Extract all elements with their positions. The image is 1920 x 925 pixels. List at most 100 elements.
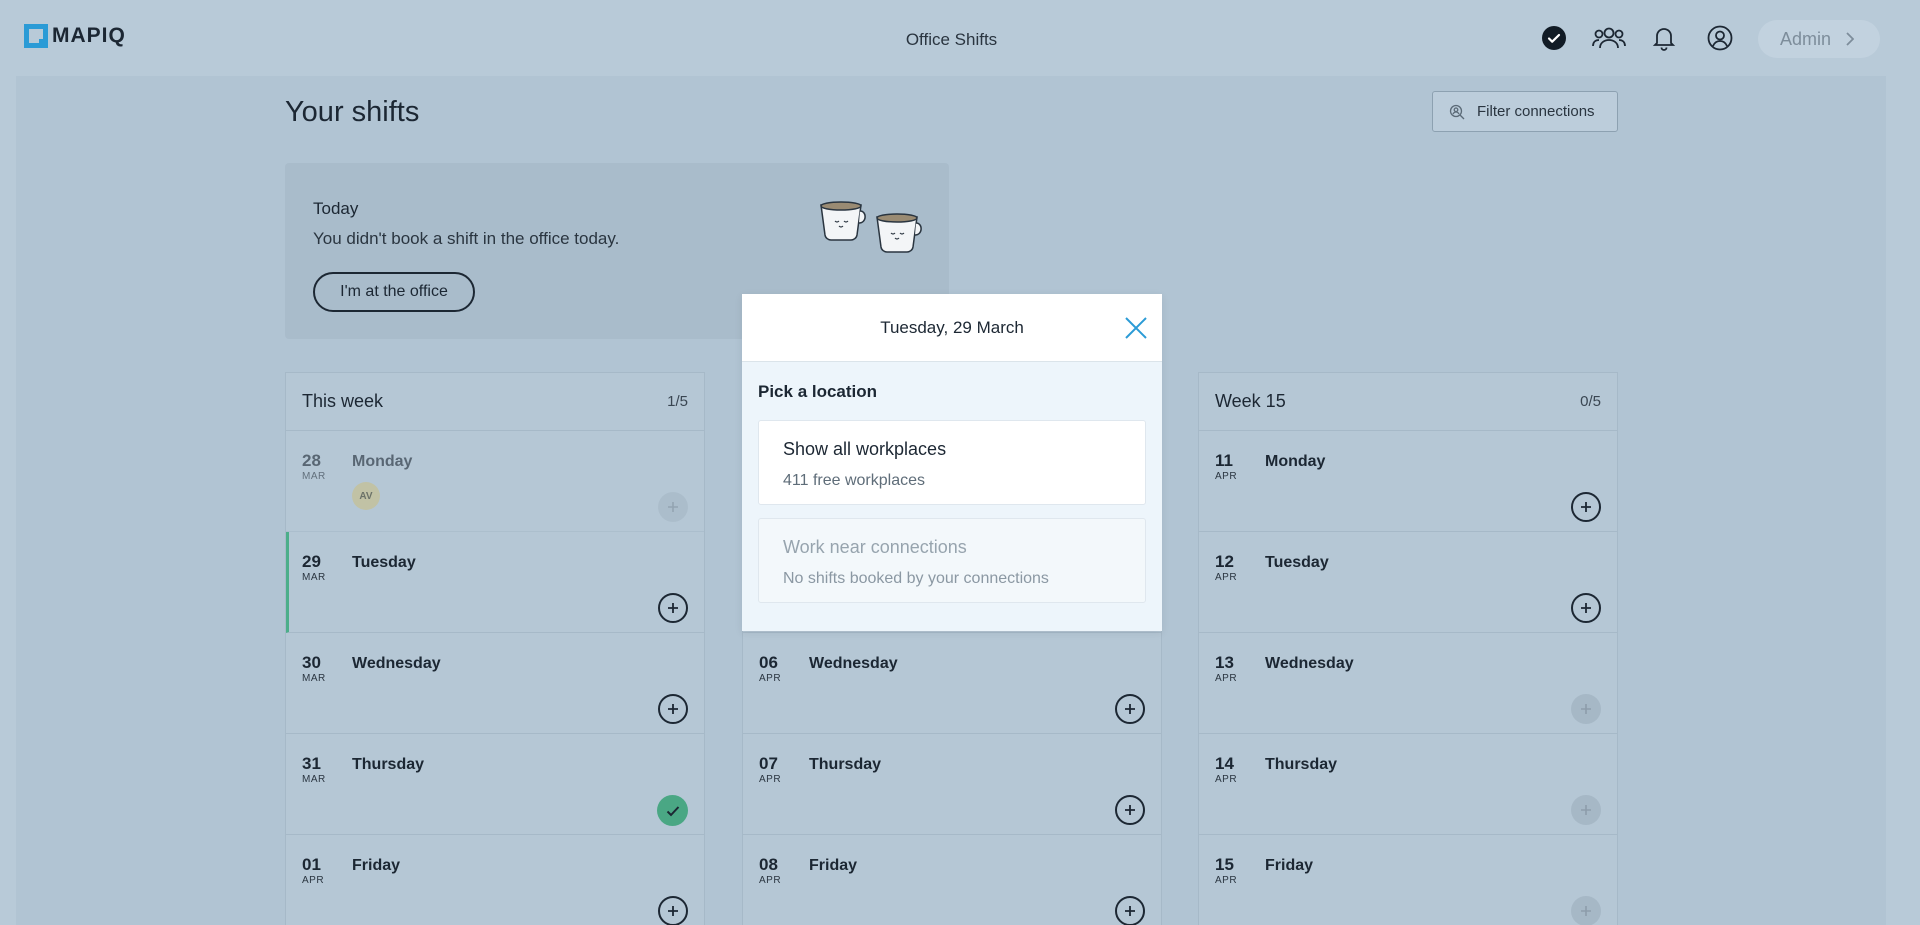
week-column-week-15: Week 15 0/5 11 APR Monday 12 APR Tuesday… (1198, 372, 1618, 925)
day-number: 31 (302, 754, 321, 773)
day-month: APR (1215, 572, 1238, 583)
day-month: APR (759, 875, 782, 886)
week-count: 1/5 (667, 393, 688, 410)
today-message: You didn't book a shift in the office to… (313, 229, 620, 248)
day-number: 12 (1215, 552, 1234, 571)
booked-shift-button[interactable] (657, 795, 688, 826)
day-row: 15 APR Friday (1199, 835, 1617, 925)
check-icon (666, 805, 679, 816)
add-shift-button[interactable] (1115, 795, 1145, 825)
chevron-right-icon (1846, 32, 1855, 46)
add-shift-button[interactable] (1115, 896, 1145, 925)
day-name: Friday (1265, 857, 1314, 874)
add-shift-button[interactable] (658, 694, 688, 724)
day-name: Thursday (809, 756, 882, 773)
day-number: 28 (302, 451, 321, 470)
day-number: 14 (1215, 754, 1234, 773)
week-name: This week (302, 391, 384, 411)
at-office-button[interactable]: I'm at the office (313, 272, 475, 312)
close-icon[interactable] (1124, 316, 1148, 340)
day-number: 11 (1215, 451, 1233, 470)
week-header: This week 1/5 (286, 373, 704, 431)
plus-icon (1581, 603, 1591, 613)
day-number: 08 (759, 855, 778, 874)
dialog-subtitle: Pick a location (758, 382, 878, 401)
plus-icon (1581, 906, 1591, 916)
day-row: 01 APR Friday (286, 835, 704, 925)
admin-label: Admin (1780, 28, 1832, 49)
today-label: Today (313, 199, 359, 218)
day-name: Monday (1265, 453, 1326, 470)
work-near-connections-option: Work near connections No shifts booked b… (758, 518, 1146, 603)
dialog-header: Tuesday, 29 March (742, 294, 1162, 362)
coffee-cups-illustration (817, 199, 929, 264)
add-shift-button[interactable] (1571, 795, 1601, 825)
day-name: Friday (809, 857, 858, 874)
day-row: 11 APR Monday (1199, 431, 1617, 532)
day-name: Wednesday (809, 655, 898, 672)
user-icon[interactable] (1706, 24, 1734, 52)
add-shift-button[interactable] (658, 593, 688, 623)
day-number: 29 (302, 552, 321, 571)
day-month: APR (1215, 875, 1238, 886)
day-month: MAR (302, 774, 326, 785)
add-shift-button[interactable] (1571, 896, 1601, 925)
add-shift-button[interactable] (1571, 593, 1601, 623)
day-number: 01 (302, 855, 321, 874)
day-month: APR (759, 774, 782, 785)
add-shift-button[interactable] (1115, 694, 1145, 724)
day-row: 12 APR Tuesday (1199, 532, 1617, 633)
add-shift-button[interactable] (658, 492, 688, 522)
day-name: Wednesday (352, 655, 441, 672)
option-title: Work near connections (783, 537, 967, 557)
check-circle-icon[interactable] (1540, 24, 1568, 52)
bell-icon[interactable] (1650, 24, 1678, 52)
admin-button[interactable]: Admin (1758, 20, 1880, 58)
day-month: MAR (302, 572, 326, 583)
day-row: 14 APR Thursday (1199, 734, 1617, 835)
avatar[interactable]: AV (352, 482, 380, 510)
people-icon[interactable] (1592, 24, 1626, 52)
plus-icon (1581, 805, 1591, 815)
day-row: 31 MAR Thursday (286, 734, 704, 835)
pick-location-dialog: Tuesday, 29 March Pick a location Show a… (742, 294, 1162, 631)
day-row: 07 APR Thursday (743, 734, 1161, 835)
day-month: APR (1215, 774, 1238, 785)
day-name: Tuesday (352, 554, 416, 571)
day-row: 29 MAR Tuesday (286, 532, 704, 633)
page-title: Your shifts (285, 96, 420, 128)
day-number: 30 (302, 653, 321, 672)
plus-icon (668, 906, 678, 916)
day-row: 06 APR Wednesday (743, 633, 1161, 734)
plus-icon (1125, 704, 1135, 714)
day-name: Monday (352, 453, 413, 470)
plus-icon (1581, 502, 1591, 512)
day-month: APR (302, 875, 325, 886)
show-all-workplaces-option[interactable]: Show all workplaces 411 free workplaces (758, 420, 1146, 505)
plus-icon (668, 502, 678, 512)
add-shift-button[interactable] (1571, 694, 1601, 724)
day-number: 15 (1215, 855, 1234, 874)
filter-connections-label: Filter connections (1477, 103, 1595, 120)
day-row: 28 MAR Monday AV (286, 431, 704, 532)
day-name: Thursday (352, 756, 425, 773)
add-shift-button[interactable] (1571, 492, 1601, 522)
day-name: Wednesday (1265, 655, 1354, 672)
day-row: 08 APR Friday (743, 835, 1161, 925)
option-title: Show all workplaces (783, 439, 947, 459)
week-count: 0/5 (1580, 393, 1601, 410)
day-number: 13 (1215, 653, 1234, 672)
add-shift-button[interactable] (658, 896, 688, 925)
day-name: Friday (352, 857, 401, 874)
day-month: MAR (302, 471, 326, 482)
day-number: 06 (759, 653, 778, 672)
filter-connections-button[interactable]: Filter connections (1432, 91, 1618, 132)
day-name: Tuesday (1265, 554, 1329, 571)
week-column-this-week: This week 1/5 28 MAR Monday AV 29 MAR Tu… (285, 372, 705, 925)
day-month: APR (1215, 673, 1238, 684)
plus-icon (668, 603, 678, 613)
plus-icon (668, 704, 678, 714)
day-month: APR (759, 673, 782, 684)
plus-icon (1125, 906, 1135, 916)
option-subtitle: 411 free workplaces (783, 472, 925, 489)
